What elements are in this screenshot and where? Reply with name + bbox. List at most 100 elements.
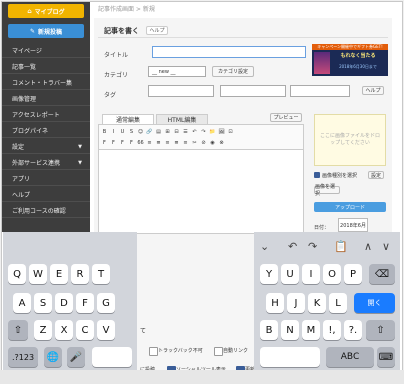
toolbar-button[interactable]: ◉ [209, 139, 216, 147]
key-row3-0[interactable]: B [260, 320, 278, 340]
key-t[interactable]: T [92, 264, 110, 284]
space-key-right[interactable] [260, 347, 320, 367]
key-z[interactable]: Z [34, 320, 52, 340]
preview-button[interactable]: プレビュー [270, 113, 302, 122]
toolbar-button[interactable]: F [128, 139, 135, 147]
backspace-key[interactable]: ⌫ [369, 264, 395, 284]
toolbar-button[interactable]: ≣ [173, 139, 180, 147]
tag-help-button[interactable]: ヘルプ [362, 86, 384, 95]
toolbar-button[interactable]: 🖼 [218, 128, 225, 136]
my-blog-button[interactable]: ⌂ マイブログ [8, 4, 84, 18]
sidebar-item[interactable]: マイページ [2, 44, 90, 58]
sidebar-item[interactable]: アプリ [2, 172, 90, 186]
toolbar-button[interactable]: ⊗ [218, 139, 225, 147]
sidebar-item[interactable]: 設定 ▼ [2, 140, 90, 154]
key-a[interactable]: A [13, 293, 31, 313]
trackback-checkbox[interactable] [149, 347, 158, 356]
key-e[interactable]: E [50, 264, 68, 284]
select-image-button[interactable]: 画像を選択 [314, 184, 340, 197]
keyboard-dismiss-icon[interactable]: ⌨ [377, 347, 395, 367]
key-j[interactable]: J [287, 293, 305, 313]
key-s[interactable]: S [34, 293, 52, 313]
sidebar-item[interactable]: ヘルプ [2, 188, 90, 202]
key-q[interactable]: Q [8, 264, 26, 284]
category-settings-button[interactable]: カテゴリ設定 [212, 66, 254, 77]
key-w[interactable]: W [29, 264, 47, 284]
key-l[interactable]: L [329, 293, 347, 313]
date-field[interactable]: 2018年6月 [338, 218, 368, 232]
abc-mode-key[interactable]: ABC [326, 347, 374, 367]
toolbar-button[interactable]: I [110, 128, 117, 136]
body-textarea[interactable] [98, 150, 304, 234]
toolbar-button[interactable]: ☰ [182, 128, 189, 136]
tab-standard-edit[interactable]: 通常編集 [102, 114, 154, 124]
toolbar-button[interactable]: ⊟ [173, 128, 180, 136]
key-row3-4[interactable]: ?. [344, 320, 362, 340]
toolbar-button[interactable]: ↶ [191, 128, 198, 136]
key-x[interactable]: X [55, 320, 73, 340]
redo-icon[interactable]: ↷ [308, 240, 317, 253]
undo-icon[interactable]: ↶ [288, 240, 297, 253]
space-key-left[interactable] [92, 347, 132, 367]
sidebar-item[interactable]: ブログパイネ [2, 124, 90, 138]
toolbar-button[interactable]: S [128, 128, 135, 136]
key-v[interactable]: V [97, 320, 115, 340]
globe-icon[interactable]: 🌐 [44, 347, 62, 367]
key-row3-2[interactable]: M [302, 320, 320, 340]
chevron-down-icon[interactable]: ⌄ [260, 240, 269, 253]
upload-button[interactable]: アップロード [314, 202, 386, 212]
enter-key[interactable]: 開く [354, 293, 395, 313]
new-post-button[interactable]: ✎ 新規投稿 [8, 24, 84, 38]
chevron-up-icon[interactable]: ∧ [364, 240, 372, 253]
autolink-checkbox[interactable] [214, 347, 223, 356]
toolbar-button[interactable]: ⊞ [164, 128, 171, 136]
key-p[interactable]: P [344, 264, 362, 284]
image-settings-button[interactable]: 設定 [368, 171, 384, 179]
toolbar-button[interactable]: ⊡ [227, 128, 234, 136]
toolbar-button[interactable]: ≡ [164, 139, 171, 147]
sidebar-item[interactable]: ご利用コースの確認 [2, 204, 90, 218]
key-g[interactable]: G [97, 293, 115, 313]
microphone-icon[interactable]: 🎤 [67, 347, 85, 367]
toolbar-button[interactable]: F [101, 139, 108, 147]
key-d[interactable]: D [55, 293, 73, 313]
sidebar-item[interactable]: 記事一覧 [2, 60, 90, 74]
key-h[interactable]: H [266, 293, 284, 313]
key-row3-3[interactable]: !, [323, 320, 341, 340]
chevron-down-icon[interactable]: ∨ [382, 240, 390, 253]
key-i[interactable]: I [302, 264, 320, 284]
toolbar-button[interactable]: ⊘ [200, 139, 207, 147]
tab-html-edit[interactable]: HTML編集 [156, 114, 208, 124]
category-select[interactable]: __ new __ [148, 66, 206, 77]
toolbar-button[interactable]: ↷ [200, 128, 207, 136]
toolbar-button[interactable]: ▤ [155, 128, 162, 136]
tag-input-1[interactable] [148, 85, 214, 97]
toolbar-button[interactable]: F [110, 139, 117, 147]
key-c[interactable]: C [76, 320, 94, 340]
sidebar-item[interactable]: 外部サービス連携 ▼ [2, 156, 90, 170]
sidebar-item[interactable]: アクセスレポート [2, 108, 90, 122]
title-input[interactable] [152, 46, 306, 58]
tag-input-2[interactable] [220, 85, 286, 97]
number-mode-key[interactable]: .?123 [8, 347, 38, 367]
toolbar-button[interactable]: ≡ [182, 139, 189, 147]
toolbar-button[interactable]: 📁 [209, 128, 216, 136]
toolbar-button[interactable]: ≣ [155, 139, 162, 147]
shift-key[interactable]: ⇧ [366, 320, 395, 340]
tag-input-3[interactable] [290, 85, 350, 97]
toolbar-button[interactable]: F [119, 139, 126, 147]
toolbar-button[interactable]: ✂ [191, 139, 198, 147]
toolbar-button[interactable]: B [101, 128, 108, 136]
shift-key[interactable]: ⇧ [8, 320, 28, 340]
toolbar-button[interactable]: ☺ [137, 128, 144, 136]
clipboard-icon[interactable]: 📋 [334, 240, 348, 253]
image-type-checkbox[interactable] [314, 172, 320, 178]
key-y[interactable]: Y [260, 264, 278, 284]
sidebar-item[interactable]: 画像管理 [2, 92, 90, 106]
toolbar-button[interactable]: 🔗 [146, 128, 153, 136]
key-k[interactable]: K [308, 293, 326, 313]
key-row3-1[interactable]: N [281, 320, 299, 340]
toolbar-button[interactable]: 66 [137, 139, 144, 147]
toolbar-button[interactable]: ≡ [146, 139, 153, 147]
key-u[interactable]: U [281, 264, 299, 284]
